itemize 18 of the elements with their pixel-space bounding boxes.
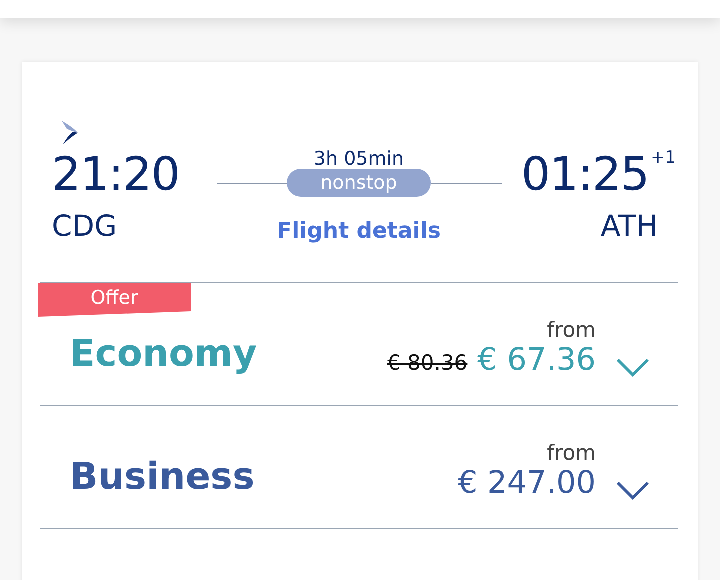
chevron-icon[interactable] [616, 357, 650, 377]
original-price: € 80.36 [388, 351, 468, 375]
fare-price: € 247.00 [458, 465, 596, 501]
from-label: from [547, 318, 596, 342]
offer-ribbon: Offer [38, 283, 191, 317]
stops-badge: nonstop [286, 169, 432, 197]
departure-time: 21:20 [52, 146, 181, 202]
arrival-airport: ATH [600, 208, 658, 245]
from-label: from [547, 441, 596, 465]
fare-class-name: Economy [70, 330, 258, 374]
chevron-icon[interactable] [616, 480, 650, 500]
fare-price: € 67.36 [478, 342, 596, 378]
fare-class-name: Business [70, 454, 256, 498]
flight-duration: 3h 05min [314, 149, 404, 169]
day-offset: +1 [650, 148, 676, 168]
arrival-time: 01:25 [521, 146, 649, 202]
departure-airport: CDG [52, 208, 118, 245]
flight-details-link[interactable]: Flight details [277, 219, 441, 244]
